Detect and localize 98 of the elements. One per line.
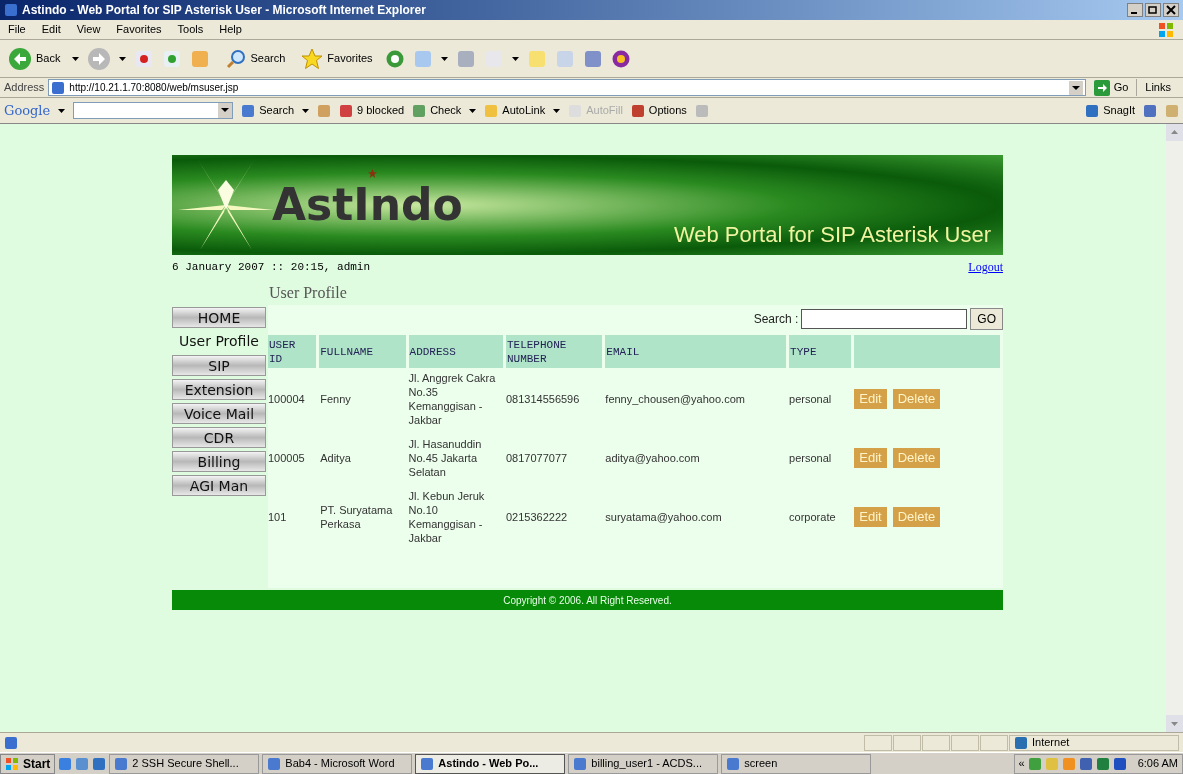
caret-icon[interactable] <box>511 56 519 61</box>
options-button[interactable]: Options <box>630 102 687 119</box>
google-search-button[interactable]: Search <box>241 102 295 119</box>
popup-blocker-button[interactable]: 9 blocked <box>339 102 405 119</box>
table-cell-text: Jl. Anggrek Cakra No.35 Kemanggisan - Jakbar <box>408 371 497 427</box>
back-button[interactable]: Back <box>4 46 65 71</box>
caret-icon[interactable] <box>119 56 127 61</box>
address-label: Address <box>4 80 45 96</box>
session-info: 6 January 2007 :: 20:15, admin <box>172 259 371 275</box>
search-label: Search : <box>753 311 799 328</box>
table-cell-text: suryatama@yahoo.com <box>605 510 723 525</box>
column-header: EMAIL <box>605 335 787 368</box>
start-button[interactable]: Start <box>0 753 56 774</box>
nav-button[interactable]: SIP <box>172 355 266 376</box>
star-icon <box>301 47 324 70</box>
address-field[interactable]: http://10.21.1.70:8080/web/msuser.jsp <box>48 79 1086 96</box>
status-panel <box>922 734 950 751</box>
scrollbar[interactable] <box>1166 124 1183 732</box>
logout-link[interactable]: Logout <box>968 258 1003 276</box>
table-cell-text: fenny_chousen@yahoo.com <box>605 392 746 407</box>
table-cell-text: 0817077077 <box>505 451 569 466</box>
table-cell-text: personal <box>789 451 833 466</box>
taskbar-button[interactable]: screen <box>721 753 872 774</box>
caret-icon[interactable] <box>302 108 310 113</box>
search-icon <box>226 48 247 69</box>
window-title: Astindo - Web Portal for SIP Asterisk User - Microsoft Internet Explorer <box>22 2 426 19</box>
dropdown-icon[interactable] <box>1068 80 1083 95</box>
menu-item[interactable]: Edit <box>41 21 61 38</box>
google-search-field[interactable] <box>73 102 234 119</box>
tagline: Web Portal for SIP Asterisk User <box>673 221 991 249</box>
snagit-button[interactable]: SnagIt <box>1085 102 1135 119</box>
column-header: TYPE <box>789 335 852 368</box>
clock: 6:06 AM <box>1137 756 1178 772</box>
column-header: TELEPHONE NUMBER <box>505 335 603 368</box>
column-header: ADDRESS <box>408 335 503 368</box>
spellcheck-button[interactable]: Check <box>412 102 462 119</box>
table-cell-text: Jl. Kebun Jeruk No.10 Kemanggisan - Jakbar <box>408 489 486 545</box>
table-cell-text: corporate <box>789 510 837 525</box>
table-cell-text: Jl. Hasanuddin No.45 Jakarta Selatan <box>408 437 483 480</box>
nav-button[interactable]: User Profile <box>172 331 266 352</box>
star-icon <box>368 169 377 178</box>
table-cell-text: 100005 <box>268 451 306 466</box>
nav-button[interactable]: Voice Mail <box>172 403 266 424</box>
caret-icon[interactable] <box>469 108 477 113</box>
search-button[interactable]: Search <box>222 48 290 69</box>
brand-logo: AstIndo <box>272 183 463 227</box>
zone-label: Internet <box>1032 735 1070 751</box>
minimize-icon[interactable] <box>1127 3 1143 17</box>
table-cell-text: PT. Suryatama Perkasa <box>319 503 394 532</box>
column-header: USER ID <box>268 335 317 368</box>
table-cell-text: aditya@yahoo.com <box>605 451 701 466</box>
links-button[interactable]: Links <box>1136 79 1179 96</box>
table-cell-text: Aditya <box>319 451 352 466</box>
go-search-button[interactable]: GO <box>970 308 1003 330</box>
table-cell-text: 0215362222 <box>505 510 569 525</box>
taskbar-button[interactable]: Astindo - Web Po... <box>415 753 566 774</box>
menu-item[interactable]: Favorites <box>116 21 162 38</box>
go-button[interactable]: Go <box>1089 79 1133 96</box>
menu-item[interactable]: File <box>8 21 26 38</box>
table-cell-text: 081314556596 <box>505 392 581 407</box>
copyright-text: Copyright © 2006. All Right Reserved. <box>503 593 672 608</box>
taskbar-button[interactable]: 2 SSH Secure Shell... <box>109 753 260 774</box>
menu-item[interactable]: Tools <box>177 21 204 38</box>
caret-icon[interactable] <box>440 56 448 61</box>
scroll-down-icon[interactable] <box>1166 715 1183 732</box>
nav-button[interactable]: HOME <box>172 307 266 328</box>
search-field[interactable] <box>801 309 968 329</box>
favorites-button[interactable]: Favorites <box>297 47 377 70</box>
windows-logo-icon <box>1157 20 1175 39</box>
windows-logo-icon <box>5 756 19 771</box>
nav-button[interactable]: CDR <box>172 427 266 448</box>
dropdown-icon[interactable] <box>218 103 233 118</box>
google-logo[interactable]: Google <box>4 100 51 121</box>
menu-item[interactable]: Help <box>219 21 242 38</box>
status-panel <box>893 734 921 751</box>
caret-icon[interactable] <box>72 56 80 61</box>
menu-item[interactable]: View <box>76 21 101 38</box>
nav-button[interactable]: Billing <box>172 451 266 472</box>
close-icon[interactable] <box>1163 3 1179 17</box>
table-cell-text: 101 <box>268 510 288 525</box>
status-panel <box>864 734 892 751</box>
taskbar-button[interactable]: billing_user1 - ACDS... <box>568 753 719 774</box>
autolink-button[interactable]: AutoLink <box>484 102 546 119</box>
tray-expand-button[interactable]: « <box>1018 755 1025 772</box>
table-cell-text: personal <box>789 392 833 407</box>
address-url: http://10.21.1.70:8080/web/msuser.jsp <box>69 81 239 95</box>
restore-icon[interactable] <box>1145 3 1161 17</box>
status-panel <box>951 734 979 751</box>
table-cell-text: Fenny <box>319 392 352 407</box>
scroll-up-icon[interactable] <box>1166 124 1183 141</box>
page-heading: User Profile <box>269 283 348 303</box>
taskbar-button[interactable]: Bab4 - Microsoft Word <box>262 753 413 774</box>
nav-button[interactable]: Extension <box>172 379 266 400</box>
table-cell-text: 100004 <box>268 392 306 407</box>
column-header: FULLNAME <box>319 335 406 368</box>
caret-icon[interactable] <box>58 108 66 113</box>
caret-icon[interactable] <box>553 108 561 113</box>
nav-button[interactable]: AGI Man <box>172 475 266 496</box>
